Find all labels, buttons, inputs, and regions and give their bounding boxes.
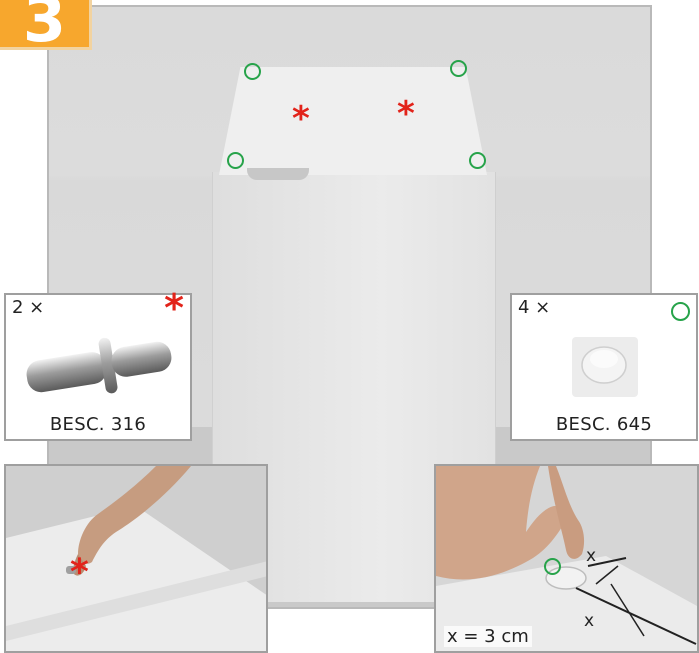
- star-marker: *: [70, 552, 89, 593]
- shelf-pin-icon: [26, 337, 172, 394]
- step-number-badge: 3: [0, 0, 92, 50]
- part-code: BESC. 316: [49, 414, 147, 435]
- cabinet-edge: [247, 168, 309, 180]
- star-marker: *: [292, 99, 310, 139]
- detail-photo-bumper-pad: x x x = 3 cm: [434, 464, 699, 653]
- hand-inserting-pin-illustration: [6, 466, 266, 651]
- star-marker: *: [164, 286, 184, 330]
- circle-marker: [469, 152, 486, 169]
- part-quantity: 4 ×: [518, 297, 551, 318]
- detail-photo-shelf-pin: *: [4, 464, 268, 653]
- hand-placing-pad-illustration: [436, 466, 697, 651]
- circle-marker: [544, 558, 561, 575]
- part-code: BESC. 645: [555, 414, 653, 435]
- bumper-pad-icon: [572, 337, 638, 397]
- part-quantity: 2 ×: [12, 297, 45, 318]
- part-box-shelf-pin: 2 × * BESC. 316: [4, 286, 192, 441]
- measure-label: x: [584, 611, 595, 631]
- spacing-formula: x = 3 cm: [444, 626, 532, 647]
- circle-marker: [227, 152, 244, 169]
- circle-marker: [450, 60, 467, 77]
- circle-marker: [244, 63, 261, 80]
- part-box-bumper-pad: 4 × BESC. 645: [510, 293, 698, 441]
- cabinet-top: [219, 67, 487, 175]
- measure-label: x: [586, 546, 597, 566]
- star-marker: *: [397, 94, 415, 134]
- circle-marker: [671, 302, 690, 321]
